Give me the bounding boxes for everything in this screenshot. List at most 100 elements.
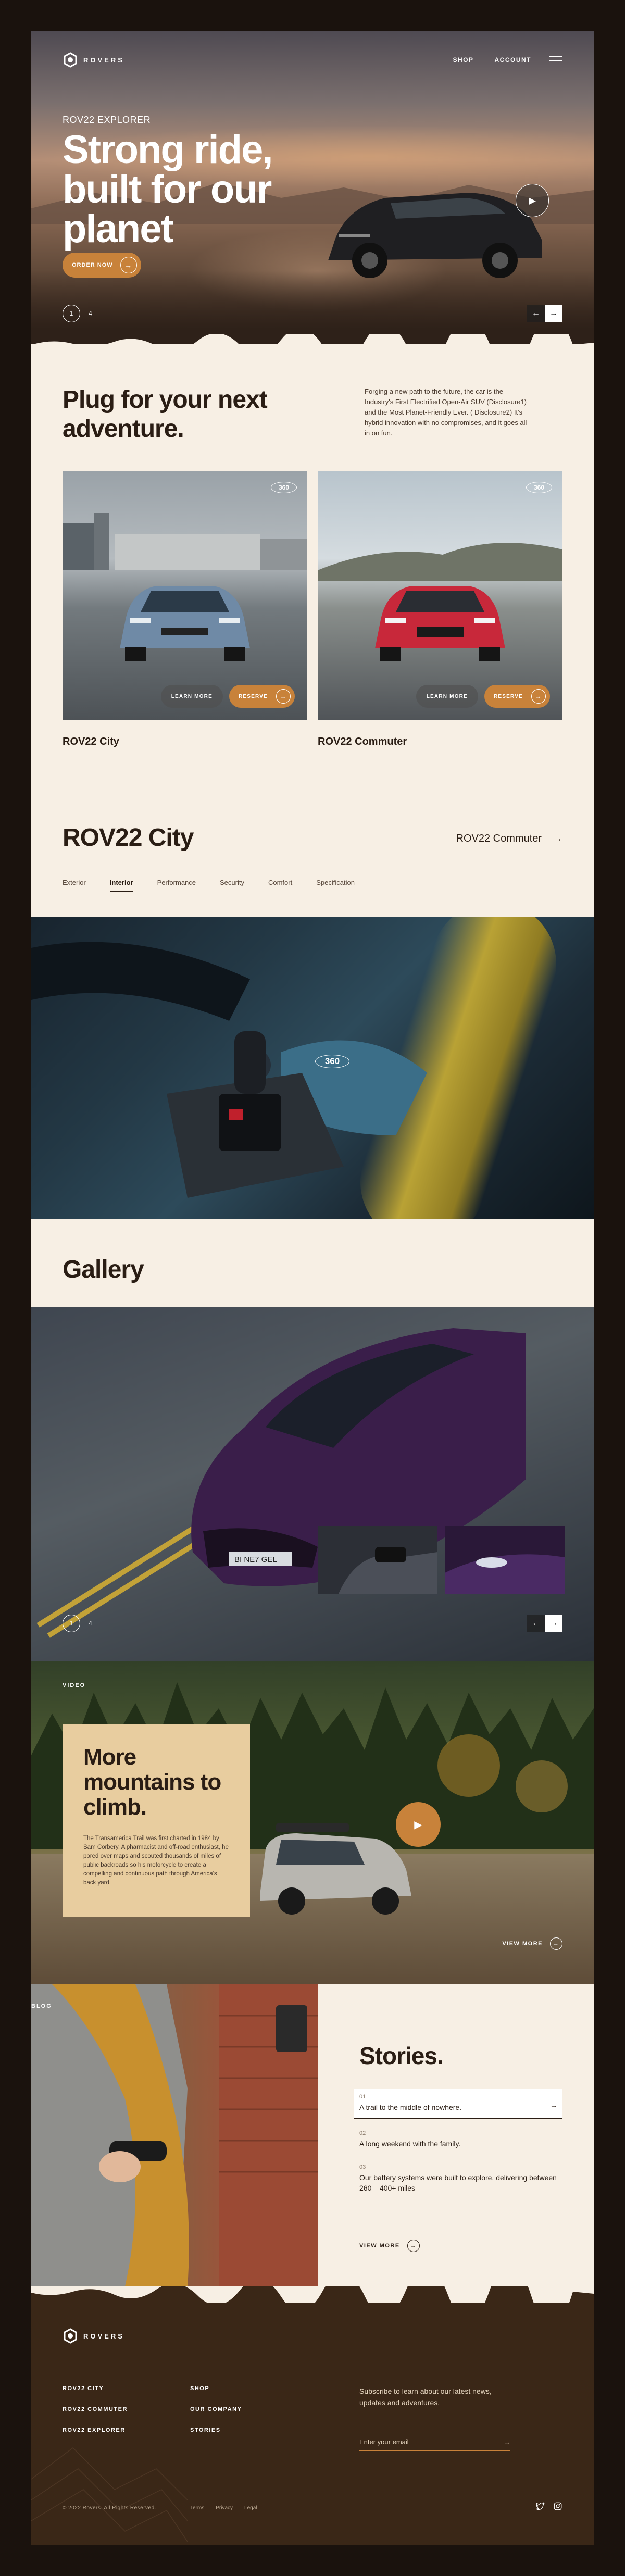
360-view-icon[interactable]: 360 bbox=[315, 1055, 349, 1068]
footer-link[interactable]: STORIES bbox=[190, 2427, 242, 2433]
arrow-right-icon: → bbox=[407, 2240, 420, 2252]
nav-shop-link[interactable]: SHOP bbox=[453, 56, 473, 64]
story-item[interactable]: 01 A trail to the middle of nowhere. → bbox=[354, 2089, 562, 2119]
footer-link[interactable]: OUR COMPANY bbox=[190, 2406, 242, 2412]
reserve-label: RESERVE bbox=[493, 693, 523, 699]
video-section: VIDEO More mountains to climb. The Trans… bbox=[31, 1661, 594, 1984]
story-item[interactable]: 02 A long weekend with the family. bbox=[359, 2130, 557, 2149]
card-caption-commuter[interactable]: ROV22 Commuter bbox=[318, 736, 407, 748]
view-more-button[interactable]: VIEW MORE → bbox=[359, 2240, 420, 2252]
gallery-header: Gallery bbox=[31, 1219, 594, 1318]
footer-logo[interactable]: ROVERS bbox=[63, 2328, 124, 2344]
next-model-label: ROV22 Commuter bbox=[456, 833, 542, 844]
model-section: ROV22 City ROV22 Commuter → Exterior Int… bbox=[31, 792, 594, 917]
model-title: ROV22 City bbox=[63, 824, 194, 852]
gallery-thumb-charging[interactable] bbox=[318, 1526, 438, 1594]
social-links bbox=[535, 2502, 562, 2511]
hero-eyebrow: ROV22 EXPLORER bbox=[63, 115, 151, 125]
view-more-label: VIEW MORE bbox=[502, 1941, 543, 1947]
email-placeholder: Enter your email bbox=[359, 2438, 409, 2446]
gallery-current-slide: 1 bbox=[63, 1615, 80, 1632]
torn-edge-divider bbox=[31, 334, 594, 355]
hero-suv-image bbox=[328, 193, 542, 278]
tab-interior[interactable]: Interior bbox=[109, 879, 133, 892]
reserve-button[interactable]: RESERVE → bbox=[484, 685, 550, 708]
play-video-icon[interactable]: ▶ bbox=[396, 1802, 441, 1847]
arrow-left-icon[interactable]: ← bbox=[527, 1615, 545, 1632]
arrow-right-icon[interactable]: → bbox=[504, 2438, 510, 2446]
footer-link[interactable]: ROV22 COMMUTER bbox=[63, 2406, 128, 2412]
hero-current-slide: 1 bbox=[63, 305, 80, 322]
footer-link[interactable]: ROV22 EXPLORER bbox=[63, 2427, 128, 2433]
gallery-slider-arrows: ← → bbox=[527, 1615, 562, 1632]
order-now-button[interactable]: ORDER NOW → bbox=[63, 253, 141, 278]
legal-link[interactable]: Legal bbox=[244, 2505, 257, 2511]
arrow-left-icon[interactable]: ← bbox=[527, 305, 545, 322]
360-view-icon[interactable]: 360 bbox=[271, 482, 297, 493]
gallery-pagination: 1 4 bbox=[63, 1615, 92, 1632]
gallery-thumb-headlight[interactable] bbox=[445, 1526, 565, 1594]
footer-links-company: SHOP OUR COMPANY STORIES bbox=[190, 2385, 242, 2448]
stories-image bbox=[31, 1984, 318, 2286]
arrow-right-icon: → bbox=[120, 257, 137, 273]
gear-shifter-image bbox=[219, 1031, 281, 1151]
story-item[interactable]: 03 Our battery systems were built to exp… bbox=[359, 2164, 557, 2193]
hero-total-slides: 4 bbox=[89, 310, 92, 317]
legal-link[interactable]: Privacy bbox=[216, 2505, 233, 2511]
model-tabs: Exterior Interior Performance Security C… bbox=[63, 879, 355, 892]
license-plate-text: BI NE7 GEL bbox=[234, 1555, 277, 1564]
view-more-button[interactable]: VIEW MORE → bbox=[502, 1937, 562, 1950]
gallery-total-slides: 4 bbox=[89, 1620, 92, 1627]
gallery-thumbnails bbox=[318, 1526, 565, 1594]
video-description: The Transamerica Trail was first charted… bbox=[83, 1835, 229, 1886]
play-video-icon[interactable]: ▶ bbox=[516, 184, 549, 217]
story-text: A long weekend with the family. bbox=[359, 2140, 461, 2148]
car-card-city[interactable]: 360 LEARN MORE RESERVE → bbox=[63, 471, 307, 720]
gallery-title: Gallery bbox=[63, 1256, 144, 1283]
hamburger-menu-icon[interactable] bbox=[549, 56, 562, 64]
footer-links-models: ROV22 CITY ROV22 COMMUTER ROV22 EXPLORER bbox=[63, 2385, 128, 2448]
order-now-label: ORDER NOW bbox=[72, 262, 113, 268]
interior-image: 360 bbox=[31, 917, 594, 1219]
story-text: Our battery systems were built to explor… bbox=[359, 2173, 557, 2192]
learn-more-button[interactable]: LEARN MORE bbox=[160, 685, 223, 708]
reserve-button[interactable]: RESERVE → bbox=[229, 685, 295, 708]
plug-description: Forging a new path to the future, the ca… bbox=[365, 387, 527, 437]
car-card-commuter[interactable]: 360 LEARN MORE RESERVE → bbox=[318, 471, 562, 720]
card-caption-city[interactable]: ROV22 City bbox=[63, 736, 119, 748]
instagram-icon[interactable] bbox=[553, 2502, 562, 2511]
arrow-right-icon[interactable]: → bbox=[545, 1615, 562, 1632]
arrow-right-icon: → bbox=[552, 833, 562, 844]
arrow-right-icon[interactable]: → bbox=[545, 305, 562, 322]
section-label: VIDEO bbox=[63, 1682, 86, 1689]
plug-title: Plug for your next adventure. bbox=[63, 386, 268, 443]
hero-slider-arrows: ← → bbox=[527, 305, 562, 322]
email-field[interactable]: Enter your email → bbox=[359, 2433, 510, 2451]
rovers-logo-icon bbox=[64, 2328, 77, 2344]
footer-link[interactable]: SHOP bbox=[190, 2385, 242, 2392]
top-nav: ROVERS SHOP ACCOUNT bbox=[63, 52, 562, 68]
brand-logo[interactable]: ROVERS bbox=[63, 52, 124, 68]
story-number: 03 bbox=[359, 2164, 366, 2170]
suv-image bbox=[260, 1823, 411, 1915]
learn-more-button[interactable]: LEARN MORE bbox=[416, 685, 478, 708]
nav-account-link[interactable]: ACCOUNT bbox=[495, 56, 532, 64]
card-actions: LEARN MORE RESERVE → bbox=[160, 685, 295, 708]
arrow-right-icon: → bbox=[276, 689, 291, 704]
car-commuter-image bbox=[375, 586, 505, 661]
legal-link[interactable]: Terms bbox=[190, 2505, 204, 2511]
twitter-icon[interactable] bbox=[535, 2502, 545, 2511]
tab-performance[interactable]: Performance bbox=[157, 879, 196, 892]
tab-specification[interactable]: Specification bbox=[316, 879, 355, 892]
video-card: More mountains to climb. The Transameric… bbox=[63, 1724, 250, 1917]
page: ROVERS SHOP ACCOUNT ROV22 EXPLORER Stron… bbox=[0, 0, 625, 2576]
arrow-right-icon: → bbox=[550, 2101, 557, 2109]
arrow-right-icon: → bbox=[531, 689, 546, 704]
tab-security[interactable]: Security bbox=[220, 879, 244, 892]
video-title: More mountains to climb. bbox=[83, 1744, 221, 1820]
360-view-icon[interactable]: 360 bbox=[526, 482, 552, 493]
next-model-link[interactable]: ROV22 Commuter → bbox=[456, 833, 563, 845]
tab-comfort[interactable]: Comfort bbox=[268, 879, 292, 892]
footer-link[interactable]: ROV22 CITY bbox=[63, 2385, 128, 2392]
tab-exterior[interactable]: Exterior bbox=[63, 879, 86, 892]
